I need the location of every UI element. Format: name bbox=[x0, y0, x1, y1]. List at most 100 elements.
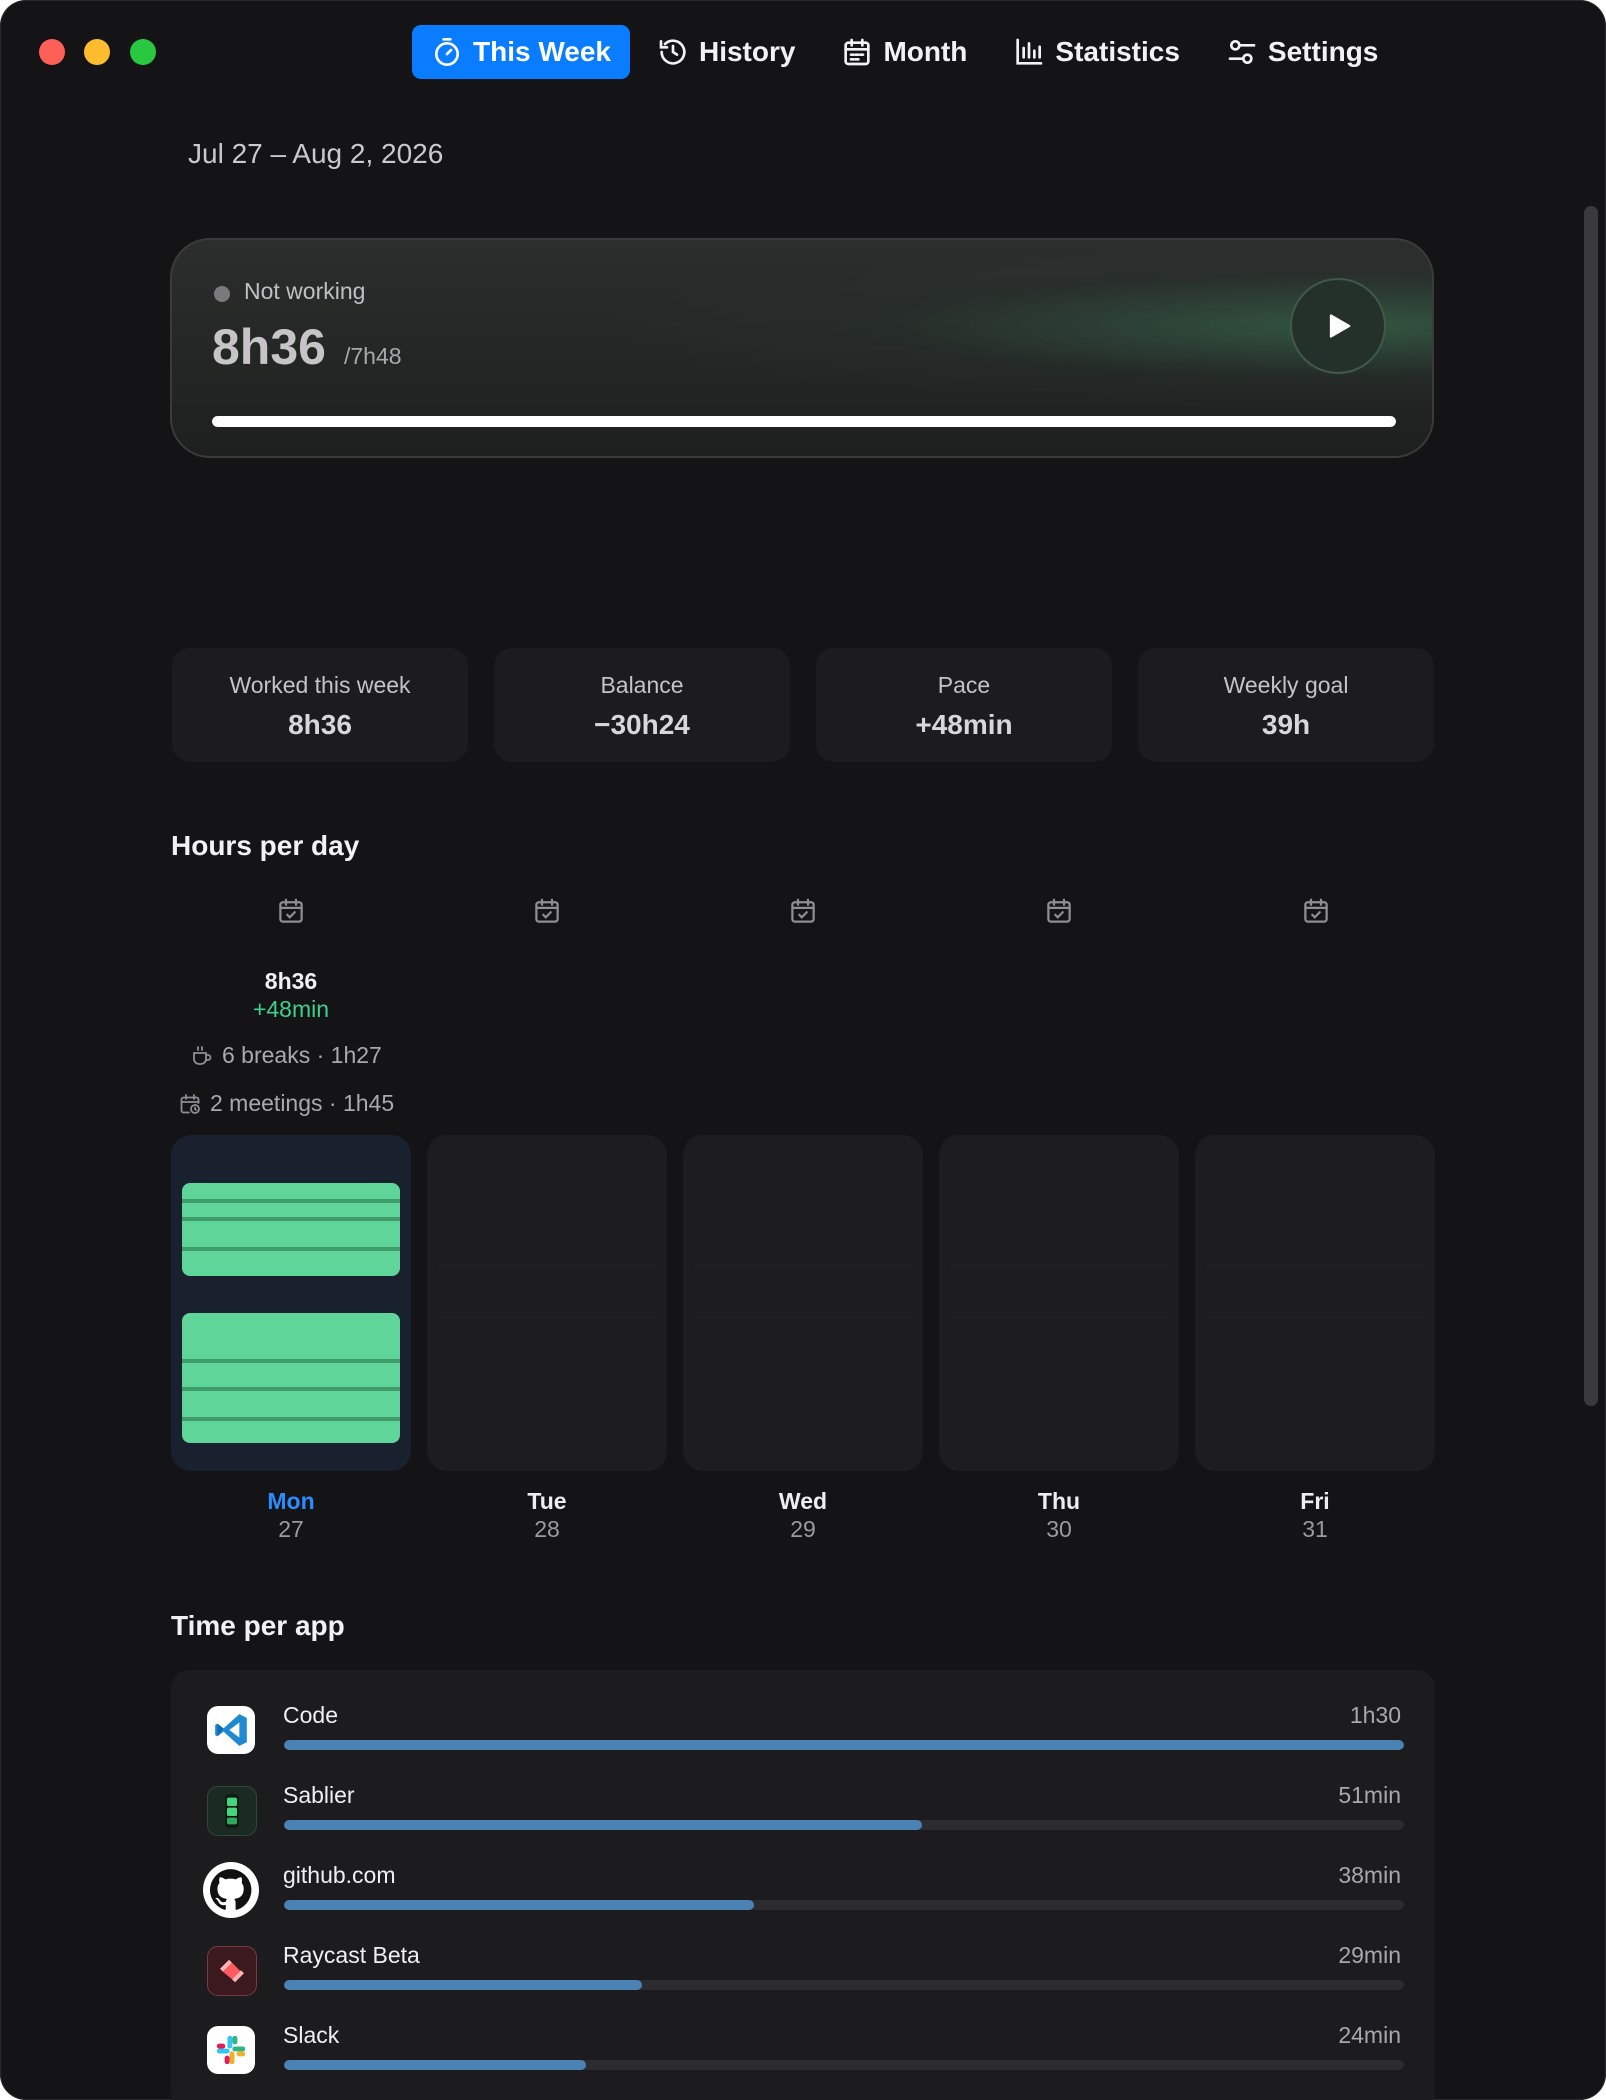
monday-meetings: 2 meetings · 1h45 bbox=[178, 1090, 394, 1117]
stat-value: −30h24 bbox=[594, 709, 690, 740]
app-usage-fill bbox=[284, 1820, 923, 1830]
list-item[interactable]: Slack 24min bbox=[171, 2022, 1435, 2100]
tab-month[interactable]: Month bbox=[822, 25, 986, 79]
day-column-thu[interactable] bbox=[939, 1135, 1179, 1471]
day-name: Wed bbox=[778, 1488, 828, 1514]
list-item[interactable]: Raycast Beta 29min bbox=[171, 1942, 1435, 2022]
history-icon bbox=[659, 39, 686, 65]
tab-label: This Week bbox=[473, 36, 611, 67]
list-item[interactable]: Sablier 51min bbox=[171, 1782, 1435, 1862]
monday-total: 8h36 bbox=[264, 968, 318, 994]
stat-weekly-goal: Weekly goal 39h bbox=[1138, 648, 1434, 762]
work-block[interactable] bbox=[182, 1313, 400, 1443]
day-column-wed[interactable] bbox=[683, 1135, 923, 1471]
app-name: Sablier bbox=[283, 1782, 355, 1808]
sliders-icon bbox=[1228, 39, 1256, 64]
day-number: 29 bbox=[790, 1516, 816, 1542]
tab-label: Statistics bbox=[1055, 36, 1180, 67]
calendar-clock-icon bbox=[180, 1093, 200, 1114]
close-window-button[interactable] bbox=[39, 39, 65, 65]
app-usage-fill bbox=[284, 1900, 755, 1910]
monday-delta: +48min bbox=[252, 996, 330, 1022]
app-name: Code bbox=[283, 1702, 338, 1728]
bar-chart-icon bbox=[1016, 38, 1043, 65]
stat-worked: Worked this week 8h36 bbox=[172, 648, 468, 762]
app-usage-bar bbox=[284, 1980, 1404, 1990]
work-block[interactable] bbox=[182, 1183, 400, 1276]
stat-value: +48min bbox=[915, 709, 1013, 740]
slack-icon bbox=[207, 2026, 255, 2074]
day-number: 28 bbox=[534, 1516, 560, 1542]
tab-settings[interactable]: Settings bbox=[1207, 25, 1397, 79]
app-time: 24min bbox=[1338, 2022, 1401, 2048]
main-nav: This Week History Month Statistics Setti… bbox=[412, 24, 1405, 80]
app-usage-bar bbox=[284, 1820, 1404, 1830]
breaks-text: 6 breaks · 1h27 bbox=[222, 1042, 382, 1068]
app-time: 29min bbox=[1338, 1942, 1401, 1968]
app-window: This Week History Month Statistics Setti… bbox=[0, 0, 1606, 2100]
start-timer-button[interactable] bbox=[1290, 278, 1386, 374]
work-status: Not working bbox=[244, 278, 366, 304]
tab-statistics[interactable]: Statistics bbox=[994, 25, 1199, 79]
day-name: Tue bbox=[527, 1488, 567, 1514]
app-name: Raycast Beta bbox=[283, 1942, 420, 1968]
app-usage-fill bbox=[284, 2060, 587, 2070]
list-item[interactable]: Code 1h30 bbox=[171, 1702, 1435, 1782]
meetings-text: 2 meetings · 1h45 bbox=[210, 1090, 395, 1116]
stat-balance: Balance −30h24 bbox=[494, 648, 790, 762]
app-usage-bar bbox=[284, 2060, 1404, 2070]
day-number: 27 bbox=[278, 1516, 304, 1542]
daily-target: /7h48 bbox=[344, 343, 402, 369]
stats-row: Worked this week 8h36 Balance −30h24 Pac… bbox=[172, 648, 1434, 762]
stat-pace: Pace +48min bbox=[816, 648, 1112, 762]
stat-value: 8h36 bbox=[288, 709, 352, 740]
tab-label: Settings bbox=[1267, 36, 1379, 67]
github-icon bbox=[203, 1862, 259, 1918]
app-name: Slack bbox=[283, 2022, 340, 2048]
vscode-icon bbox=[207, 1706, 255, 1754]
tab-history[interactable]: History bbox=[638, 25, 814, 79]
coffee-cup-icon bbox=[193, 1045, 212, 1065]
app-usage-fill bbox=[284, 1980, 643, 1990]
tab-label: History bbox=[698, 36, 796, 67]
tab-label: Month bbox=[883, 36, 968, 67]
app-time: 38min bbox=[1338, 1862, 1401, 1888]
calendar-check-icon[interactable] bbox=[276, 896, 306, 926]
stat-label: Worked this week bbox=[229, 672, 411, 698]
app-time: 51min bbox=[1338, 1782, 1401, 1808]
timer-card: Not working 8h36 /7h48 bbox=[170, 238, 1434, 458]
calendar-check-icon[interactable] bbox=[1044, 896, 1074, 926]
zoom-window-button[interactable] bbox=[130, 39, 156, 65]
app-usage-bar bbox=[284, 1740, 1404, 1750]
stat-value: 39h bbox=[1261, 709, 1311, 740]
minimize-window-button[interactable] bbox=[84, 39, 110, 65]
calendar-check-icon[interactable] bbox=[532, 896, 562, 926]
day-name: Mon bbox=[267, 1488, 315, 1514]
raycast-icon bbox=[207, 1946, 257, 1996]
scrollbar[interactable] bbox=[1584, 206, 1598, 1406]
app-usage-bar bbox=[284, 1900, 1404, 1910]
day-number: 30 bbox=[1046, 1516, 1072, 1542]
day-number: 31 bbox=[1302, 1516, 1328, 1542]
status-dot bbox=[214, 286, 230, 302]
day-column-mon[interactable] bbox=[171, 1135, 411, 1471]
day-column-fri[interactable] bbox=[1195, 1135, 1435, 1471]
tab-this-week[interactable]: This Week bbox=[412, 25, 630, 79]
date-range: Jul 27 – Aug 2, 2026 bbox=[188, 138, 444, 169]
calendar-check-icon[interactable] bbox=[1301, 896, 1331, 926]
stat-label: Weekly goal bbox=[1223, 672, 1349, 698]
stat-label: Balance bbox=[600, 672, 684, 698]
day-name: Fri bbox=[1300, 1488, 1330, 1514]
app-name: github.com bbox=[283, 1862, 396, 1888]
app-usage-list: Code 1h30 Sablier 51min github.com 38min… bbox=[171, 1670, 1435, 2100]
day-column-tue[interactable] bbox=[427, 1135, 667, 1471]
calendar-check-icon[interactable] bbox=[788, 896, 818, 926]
list-item[interactable]: github.com 38min bbox=[171, 1862, 1435, 1942]
monday-breaks: 6 breaks · 1h27 bbox=[190, 1042, 382, 1069]
time-per-app-title: Time per app bbox=[171, 1610, 345, 1641]
app-time: 1h30 bbox=[1349, 1702, 1401, 1728]
stopwatch-icon bbox=[435, 38, 459, 66]
stat-label: Pace bbox=[937, 672, 991, 698]
play-icon bbox=[1329, 314, 1351, 338]
elapsed-time: 8h36 bbox=[212, 319, 326, 375]
